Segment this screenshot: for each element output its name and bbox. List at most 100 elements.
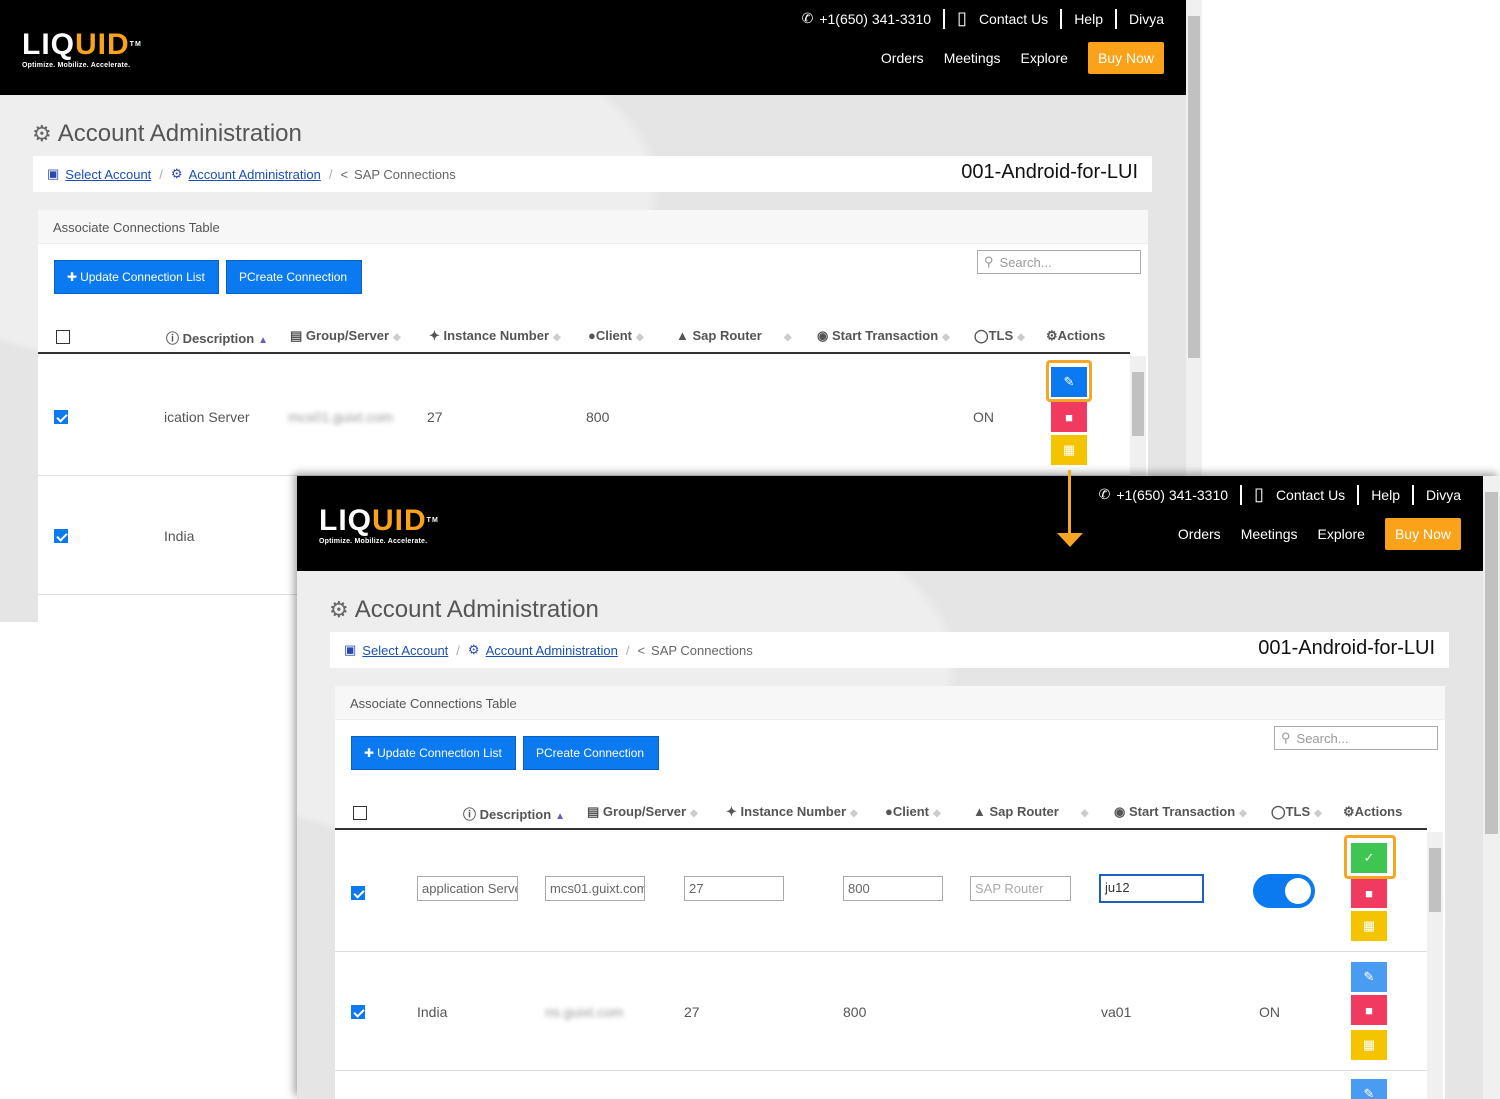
delete-button[interactable]: ■ (1351, 878, 1387, 908)
phone-number[interactable]: +1(650) 341-3310 (1116, 487, 1228, 503)
breadcrumb-account-admin[interactable]: Account Administration (486, 643, 618, 658)
edit-button[interactable]: ✎ (1351, 1079, 1387, 1099)
row-checkbox[interactable] (54, 410, 68, 424)
scroll-thumb[interactable] (1132, 372, 1144, 436)
col-sap-router[interactable]: ▲ Sap Router ◆ (676, 328, 792, 343)
col-actions: ⚙Actions (1343, 804, 1403, 819)
col-client[interactable]: ●Client ◆ (885, 804, 941, 819)
scroll-thumb[interactable] (1485, 492, 1498, 834)
col-tls[interactable]: ◯TLS ◆ (974, 328, 1025, 344)
description-field[interactable]: application Server (417, 876, 518, 901)
target-icon: ◉ (817, 328, 829, 343)
create-connection-button[interactable]: P Create Connection (226, 260, 362, 294)
trash-icon: ■ (1365, 885, 1373, 901)
user-menu[interactable]: Divya (1426, 487, 1461, 503)
col-start-transaction[interactable]: ◉ Start Transaction ◆ (817, 328, 950, 344)
shield-icon: ◯ (974, 328, 989, 343)
account-name: 001-Android-for-LUI (961, 161, 1138, 183)
plus-icon: ✚ (364, 746, 375, 760)
cell-description: ication Server (164, 409, 250, 425)
breadcrumb-account-admin[interactable]: Account Administration (189, 167, 321, 182)
col-tls[interactable]: ◯TLS ◆ (1271, 804, 1322, 820)
user-icon: ● (588, 328, 596, 343)
cell-client: 800 (843, 1004, 867, 1020)
group-server-field[interactable]: mcs01.guixt.com (545, 876, 645, 901)
select-all-checkbox[interactable] (353, 806, 367, 820)
update-connection-list-button[interactable]: ✚ Update Connection List (351, 736, 516, 770)
contact-link[interactable]: Contact Us (1276, 487, 1345, 503)
search-input[interactable]: ⚲ Search... (977, 250, 1141, 274)
qr-button[interactable]: ▦ (1351, 911, 1387, 941)
divider (1240, 484, 1243, 505)
client-field[interactable]: 800 (843, 876, 943, 901)
col-instance-number[interactable]: ✦ Instance Number ◆ (429, 328, 561, 344)
col-start-transaction[interactable]: ◉ Start Transaction ◆ (1114, 804, 1247, 820)
gears-icon: ⚙ (170, 166, 183, 181)
qr-button[interactable]: ▦ (1351, 1030, 1387, 1060)
trash-icon: ■ (1065, 409, 1073, 425)
gears-icon: ⚙ (32, 121, 52, 146)
row-checkbox[interactable] (351, 1005, 365, 1019)
nav-orders[interactable]: Orders (1178, 526, 1221, 542)
breadcrumb-select-account[interactable]: Select Account (65, 167, 151, 182)
search-icon: ⚲ (1281, 730, 1291, 745)
info-icon: ⓘ (166, 331, 180, 346)
gears-icon: ⚙ (329, 597, 349, 622)
col-description[interactable]: ⓘ Description ▲ (463, 804, 565, 823)
logo[interactable]: LIQUIDTM Optimize. Mobilize. Accelerate. (22, 30, 142, 70)
breadcrumb-select-account[interactable]: Select Account (362, 643, 448, 658)
col-group-server[interactable]: ▤ Group/Server ◆ (587, 804, 698, 820)
divider (1411, 484, 1414, 505)
nav-explore[interactable]: Explore (1318, 526, 1365, 542)
sap-router-field[interactable]: SAP Router (970, 876, 1071, 901)
instance-number-field[interactable]: 27 (684, 876, 784, 901)
breadcrumb-current: SAP Connections (651, 642, 753, 658)
buy-now-button[interactable]: Buy Now (1384, 518, 1461, 550)
update-connection-list-button[interactable]: ✚ Update Connection List (54, 260, 219, 294)
delete-button[interactable]: ■ (1051, 402, 1087, 432)
edit-button[interactable]: ✎ (1351, 962, 1387, 992)
nav-meetings[interactable]: Meetings (1241, 526, 1298, 542)
qr-icon: ▦ (1062, 442, 1076, 457)
road-icon: ▲ (676, 328, 689, 343)
help-link[interactable]: Help (1074, 11, 1103, 27)
cell-transaction: va01 (1101, 1004, 1132, 1020)
buy-now-button[interactable]: Buy Now (1087, 42, 1164, 74)
share-icon: < (637, 642, 646, 658)
contact-link[interactable]: Contact Us (979, 11, 1048, 27)
wand-icon: ✦ (726, 804, 737, 819)
nav-meetings[interactable]: Meetings (944, 50, 1001, 66)
scroll-thumb[interactable] (1429, 848, 1441, 912)
row-checkbox[interactable] (351, 886, 365, 900)
page-scrollbar[interactable] (1483, 476, 1500, 1099)
col-sap-router[interactable]: ▲ Sap Router ◆ (973, 804, 1089, 819)
tls-toggle[interactable] (1253, 874, 1315, 908)
divider (1357, 484, 1360, 505)
delete-button[interactable]: ■ (1351, 995, 1387, 1025)
nav-explore[interactable]: Explore (1021, 50, 1068, 66)
col-instance-number[interactable]: ✦ Instance Number ◆ (726, 804, 858, 820)
table-scrollbar[interactable] (1427, 832, 1443, 1099)
user-menu[interactable]: Divya (1129, 11, 1164, 27)
row-checkbox[interactable] (54, 529, 68, 543)
search-input[interactable]: ⚲ Search... (1274, 726, 1438, 750)
user-icon: ● (885, 804, 893, 819)
col-group-server[interactable]: ▤ Group/Server ◆ (290, 328, 401, 344)
start-transaction-field[interactable]: ju12 (1099, 874, 1204, 903)
scroll-thumb[interactable] (1188, 16, 1200, 358)
phone-number[interactable]: +1(650) 341-3310 (819, 11, 931, 27)
col-client[interactable]: ●Client ◆ (588, 328, 644, 343)
cell-client: 800 (586, 409, 610, 425)
qr-button[interactable]: ▦ (1051, 435, 1087, 465)
breadcrumb-current: SAP Connections (354, 166, 456, 182)
create-connection-button[interactable]: P Create Connection (523, 736, 659, 770)
col-description[interactable]: ⓘ Description ▲ (166, 328, 268, 347)
header: LIQUIDTM Optimize. Mobilize. Accelerate.… (297, 476, 1483, 571)
help-link[interactable]: Help (1371, 487, 1400, 503)
cell-group-server: ns.guixt.com (545, 1004, 624, 1020)
logo[interactable]: LIQUIDTM Optimize. Mobilize. Accelerate. (319, 506, 439, 546)
nav-orders[interactable]: Orders (881, 50, 924, 66)
front-window: LIQUIDTM Optimize. Mobilize. Accelerate.… (297, 476, 1500, 1099)
select-all-checkbox[interactable] (56, 330, 70, 344)
annotation-arrow-head (1057, 533, 1083, 547)
